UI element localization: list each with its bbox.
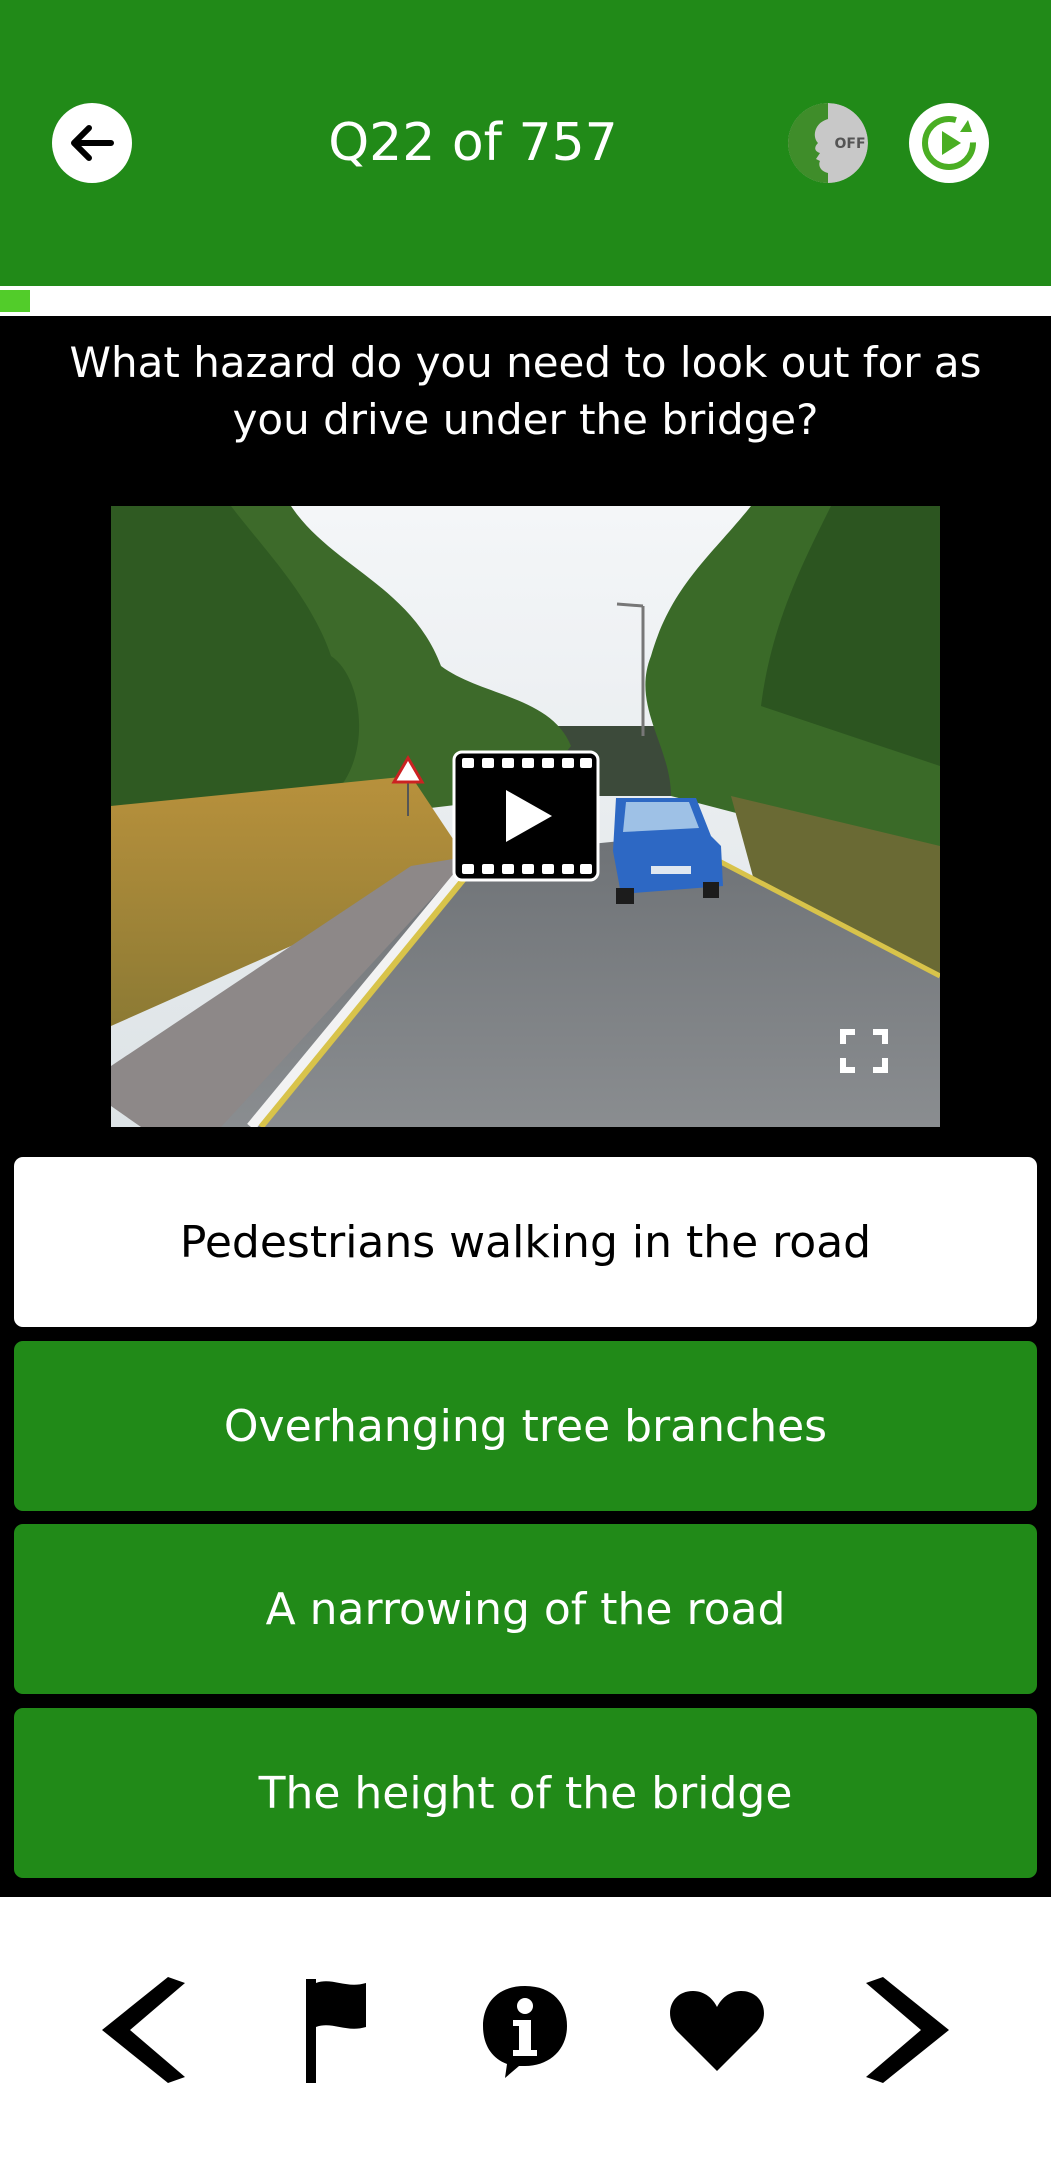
next-button[interactable] [856, 1970, 966, 2090]
answer-label: Overhanging tree branches [223, 1400, 828, 1452]
next-icon [866, 1977, 949, 2083]
flag-button[interactable] [281, 1970, 391, 2090]
answer-option-3[interactable]: A narrowing of the road [14, 1524, 1037, 1694]
previous-icon [102, 1977, 185, 2083]
bottom-nav [0, 1897, 1051, 2160]
voice-off-icon: OFF [788, 103, 868, 183]
info-button[interactable] [470, 1970, 580, 2090]
progress-bar [0, 286, 1051, 316]
answer-option-4[interactable]: The height of the bridge [14, 1708, 1037, 1878]
answer-label: Pedestrians walking in the road [179, 1216, 872, 1268]
question-text: What hazard do you need to look out for … [69, 338, 982, 444]
info-icon [483, 1986, 567, 2078]
svg-text:OFF: OFF [834, 136, 865, 152]
header-bar: Q22 of 757 OFF [0, 0, 1051, 286]
answer-label: The height of the bridge [258, 1767, 793, 1819]
answer-option-1[interactable]: Pedestrians walking in the road [14, 1157, 1037, 1327]
replay-button[interactable] [909, 103, 989, 183]
favorite-icon [670, 1991, 764, 2071]
fullscreen-icon[interactable] [839, 1028, 889, 1074]
voice-toggle[interactable]: OFF [788, 103, 868, 183]
answer-label: A narrowing of the road [265, 1583, 786, 1635]
video-player[interactable] [111, 506, 940, 1127]
previous-button[interactable] [85, 1970, 195, 2090]
answer-option-2[interactable]: Overhanging tree branches [14, 1341, 1037, 1511]
replay-icon [922, 116, 976, 170]
progress-fill [0, 290, 30, 312]
flag-icon [306, 1979, 366, 2083]
favorite-button[interactable] [662, 1970, 772, 2090]
film-play-icon[interactable] [452, 750, 600, 882]
